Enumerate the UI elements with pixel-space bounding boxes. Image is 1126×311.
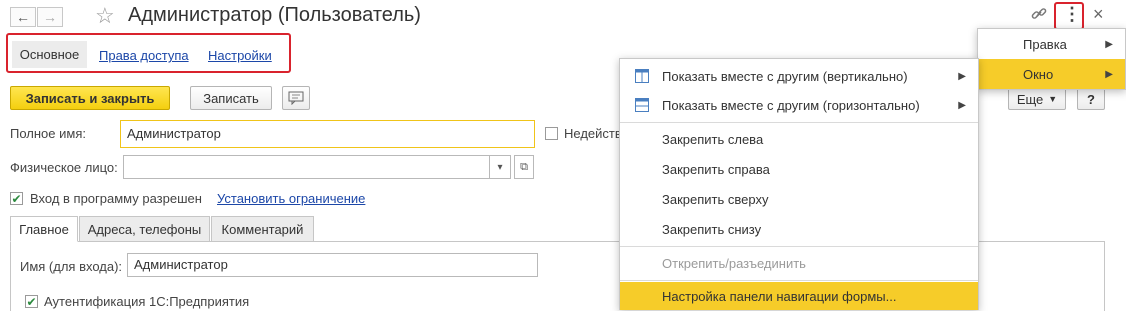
inactive-checkbox[interactable] (545, 127, 558, 140)
save-button[interactable]: Записать (190, 86, 272, 110)
menu-item-dock-bottom-label: Закрепить снизу (662, 221, 762, 237)
panel-tab-settings[interactable]: Настройки (208, 48, 272, 63)
menu-item-window-label: Окно (1023, 66, 1054, 82)
panel-tab-main-label: Основное (19, 47, 80, 62)
help-button[interactable]: ? (1077, 88, 1105, 110)
submenu-arrow-icon: ▶ (1105, 68, 1113, 80)
menu-separator (620, 246, 978, 247)
login-name-label: Имя (для входа): (20, 259, 123, 274)
window-submenu: Показать вместе с другим (вертикально) ▶ … (619, 58, 979, 310)
forward-arrow-icon: → (43, 9, 57, 25)
check-icon: ✔ (11, 191, 22, 206)
comment-icon (288, 91, 304, 105)
menu-item-show-horizontal-label: Показать вместе с другим (горизонтально) (662, 97, 920, 113)
menu-item-dock-top-label: Закрепить сверху (662, 191, 769, 207)
comment-button[interactable] (282, 86, 310, 110)
full-name-label: Полное имя: (10, 126, 86, 141)
person-dropdown-button[interactable]: ▾ (489, 155, 511, 179)
menu-item-show-vertical-label: Показать вместе с другим (вертикально) (662, 68, 908, 84)
submenu-arrow-icon: ▶ (1105, 38, 1113, 50)
more-actions-icon[interactable]: ⋮ (1063, 4, 1081, 25)
tab-comment[interactable]: Комментарий (211, 216, 314, 242)
tab-main[interactable]: Главное (10, 216, 78, 242)
submenu-arrow-icon: ▶ (958, 70, 966, 82)
forward-button[interactable]: → (37, 7, 63, 27)
menu-item-nav-panel-settings[interactable]: Настройка панели навигации формы... (620, 282, 978, 310)
submenu-arrow-icon: ▶ (958, 99, 966, 111)
menu-separator (620, 122, 978, 123)
back-button[interactable]: ← (10, 7, 36, 27)
menu-item-dock-left-label: Закрепить слева (662, 131, 764, 147)
menu-item-show-horizontal[interactable]: Показать вместе с другим (горизонтально)… (620, 90, 978, 120)
menu-item-nav-panel-settings-label: Настройка панели навигации формы... (662, 288, 897, 304)
save-and-close-button[interactable]: Записать и закрыть (10, 86, 170, 110)
panel-tab-access-rights[interactable]: Права доступа (99, 48, 189, 63)
menu-item-dock-right-label: Закрепить справа (662, 161, 770, 177)
panel-tab-main[interactable]: Основное (12, 41, 87, 68)
window-title: Администратор (Пользователь) (128, 4, 421, 26)
split-vertical-icon (635, 69, 649, 83)
menu-item-window[interactable]: Окно ▶ (978, 59, 1125, 89)
menu-item-dock-bottom[interactable]: Закрепить снизу (620, 214, 978, 244)
dropdown-arrow-icon: ▾ (497, 161, 503, 173)
auth-1c-checkbox[interactable]: ✔ (25, 295, 38, 308)
menu-item-dock-left[interactable]: Закрепить слева (620, 124, 978, 154)
menu-item-dock-right[interactable]: Закрепить справа (620, 154, 978, 184)
menu-item-undock: Открепить/разъединить (620, 248, 978, 278)
split-horizontal-icon (635, 98, 649, 112)
auth-1c-label: Аутентификация 1С:Предприятия (44, 294, 250, 309)
person-input[interactable] (123, 155, 490, 179)
tab-addresses-phones[interactable]: Адреса, телефоны (79, 216, 210, 242)
chevron-down-icon: ▼ (1048, 94, 1058, 104)
check-icon: ✔ (26, 294, 37, 309)
menu-item-show-vertical[interactable]: Показать вместе с другим (вертикально) ▶ (620, 61, 978, 91)
link-icon[interactable] (1030, 5, 1048, 27)
open-form-icon: ⧉ (520, 160, 528, 173)
person-label: Физическое лицо: (10, 160, 118, 175)
menu-item-edit[interactable]: Правка ▶ (978, 29, 1125, 59)
login-name-input[interactable]: Администратор (127, 253, 538, 277)
menu-separator (620, 280, 978, 281)
more-button-label: Еще (1016, 91, 1044, 107)
inactive-label: Недейств (564, 126, 622, 141)
menu-item-dock-top[interactable]: Закрепить сверху (620, 184, 978, 214)
back-arrow-icon: ← (16, 9, 30, 25)
set-limit-link[interactable]: Установить ограничение (217, 191, 365, 206)
close-icon[interactable]: × (1093, 4, 1104, 25)
person-open-button[interactable]: ⧉ (514, 155, 534, 179)
full-name-input[interactable]: Администратор (120, 120, 535, 148)
login-allowed-label: Вход в программу разрешен (30, 191, 202, 206)
menu-item-edit-label: Правка (1023, 36, 1067, 52)
favorite-star-icon[interactable]: ☆ (95, 3, 115, 29)
more-actions-menu: Правка ▶ Окно ▶ (977, 28, 1126, 90)
login-allowed-checkbox[interactable]: ✔ (10, 192, 23, 205)
more-button[interactable]: Еще ▼ (1008, 88, 1066, 110)
menu-item-undock-label: Открепить/разъединить (662, 255, 806, 271)
